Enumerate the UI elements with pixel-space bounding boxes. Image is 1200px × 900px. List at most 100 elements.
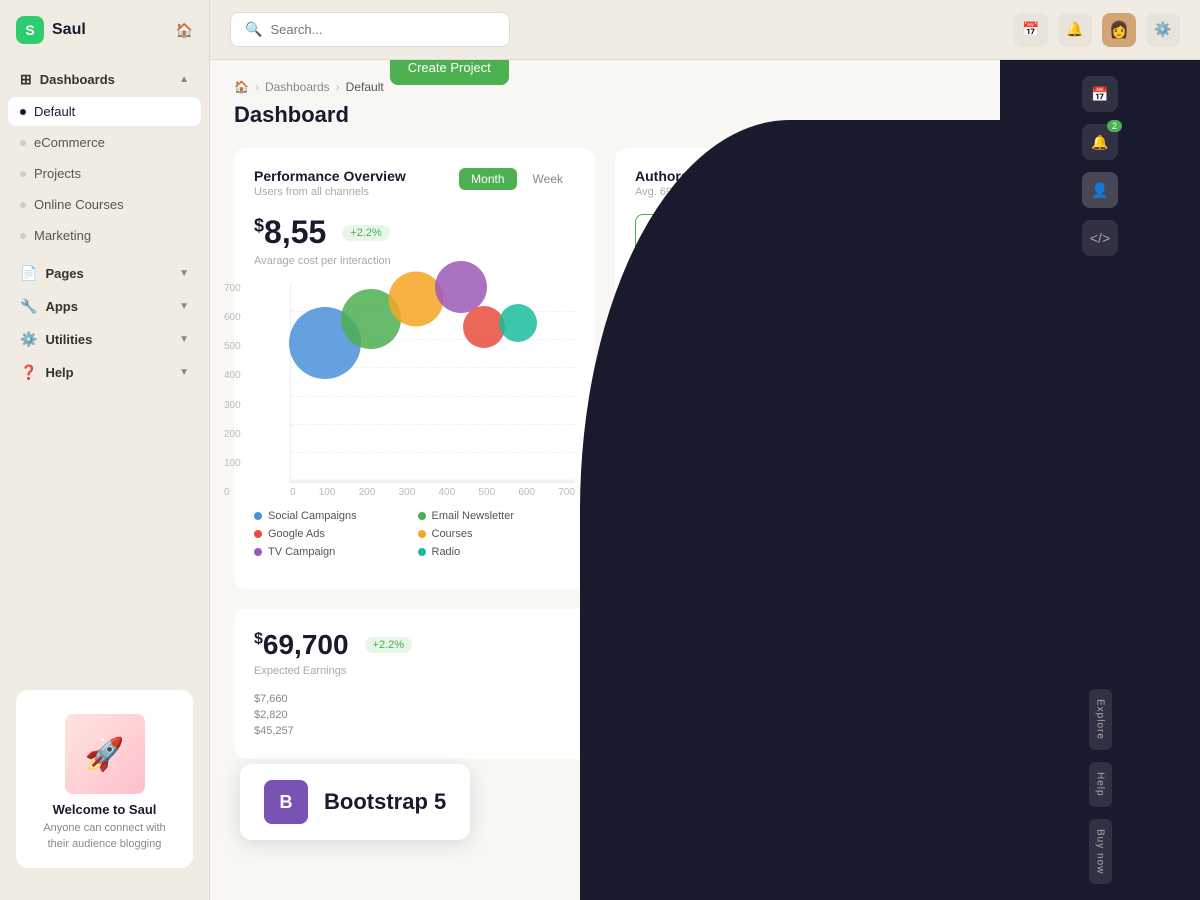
sidebar-item-marketing[interactable]: Marketing (8, 221, 201, 250)
sidebar-item-pages[interactable]: 📄 Pages ▼ (8, 258, 201, 289)
avatar[interactable]: 👩 (1102, 13, 1136, 47)
breadcrumb-section[interactable]: Dashboards (265, 80, 330, 94)
authors-header: Authors Achievements Avg. 69.34% Conv. R… (635, 168, 956, 198)
calendar-button[interactable]: 📅 (1014, 13, 1048, 47)
settings-button[interactable]: ⚙️ (1146, 13, 1180, 47)
y-label: 100 (224, 458, 241, 469)
view-button-3[interactable]: → (939, 532, 956, 556)
daily-sales-value: $2,420 (635, 629, 714, 661)
performance-subtitle: Users from all channels (254, 186, 406, 198)
sidebar-item-apps[interactable]: 🔧 Apps ▼ (8, 291, 201, 322)
mobile-icon: 📱 (851, 223, 876, 248)
main-content-wrapper: 🏠 › Dashboards › Default Create Project … (210, 60, 1200, 900)
y-axis: 700 600 500 400 300 200 100 0 (224, 283, 241, 498)
explore-button[interactable]: Explore (1089, 689, 1112, 750)
card-header: Performance Overview Users from all chan… (254, 168, 575, 198)
sidebar-item-default[interactable]: Default (8, 97, 201, 126)
avatar-jacob: 👨‍🦱 (635, 477, 671, 513)
y-label: 700 (224, 283, 241, 294)
sidebar-item-projects[interactable]: Projects (8, 159, 201, 188)
user-icon[interactable]: 👤 (1082, 172, 1118, 208)
performance-card: Performance Overview Users from all chan… (234, 148, 595, 589)
legend-courses: Courses (418, 528, 576, 540)
y-label: 500 (224, 341, 241, 352)
tab-week[interactable]: Week (521, 168, 575, 190)
sidebar-item-utilities[interactable]: ⚙️ Utilities ▼ (8, 324, 201, 355)
mini-chart-0: → (896, 385, 956, 410)
calendar-icon[interactable]: 📅 (1082, 76, 1118, 112)
tab-month[interactable]: Month (459, 168, 516, 190)
chevron-icon: ▼ (179, 334, 189, 345)
view-button-0[interactable]: → (939, 385, 956, 409)
saas-icon: 🏪 (653, 223, 678, 248)
notification-icon[interactable]: 🔔 2 (1082, 124, 1118, 160)
back-icon[interactable]: 🏠 (176, 22, 193, 39)
performance-badge: +2.2% (342, 225, 390, 241)
legend-dot (418, 512, 426, 520)
search-icon: 🔍 (245, 21, 262, 38)
app-name: Saul (52, 21, 86, 39)
buy-now-button[interactable]: Buy now (1089, 819, 1112, 884)
author-details: Cody Fishers Mexico (679, 532, 750, 557)
welcome-title: Welcome to Saul (32, 802, 177, 817)
y-label: 400 (224, 370, 241, 381)
avatar-guy: 👨 (635, 379, 671, 415)
sidebar-bottom: 🚀 Welcome to Saul Anyone can connect wit… (0, 674, 209, 884)
sidebar-item-ecommerce[interactable]: eCommerce (8, 128, 201, 157)
view-button-1[interactable]: → (939, 434, 956, 458)
legend-google: Google Ads (254, 528, 412, 540)
legend-dot (254, 512, 262, 520)
author-details: Jacob Jones Poland (679, 483, 746, 508)
tab-mobile[interactable]: 📱 Mobile (833, 214, 893, 272)
search-box[interactable]: 🔍 (230, 12, 510, 47)
author-row: 👨‍🦱 Jacob Jones Poland 92.56% → (635, 471, 956, 520)
tab-others[interactable]: 📋 Others (635, 278, 695, 336)
create-project-button[interactable]: Create Project (390, 60, 509, 85)
tab-social[interactable]: 👤 Social (767, 214, 827, 272)
author-info: 👨 Guy Hawkins Haiti (635, 379, 839, 415)
sidebar: S Saul 🏠 ⊞ Dashboards ▲ Default eCommerc… (0, 0, 210, 900)
astronaut-illustration: 🚀 (65, 714, 145, 794)
authors-title-area: Authors Achievements Avg. 69.34% Conv. R… (635, 168, 787, 198)
active-dot (20, 109, 26, 115)
y-label: 300 (224, 400, 241, 411)
breadcrumb-home: 🏠 (234, 80, 249, 94)
right-panel: 📅 🔔 2 👤 </> Explore Help Buy now (1000, 60, 1200, 900)
daily-sales-card: $2,420 +2.6% Average Daily Sales (615, 609, 976, 759)
tab-crypto[interactable]: 🔷 Crypto (701, 214, 761, 272)
earnings-value: $69,700 (254, 629, 349, 661)
card-title-area: Performance Overview Users from all chan… (254, 168, 406, 198)
author-details: Jane Cooper Monaco (679, 434, 748, 459)
search-input[interactable] (270, 22, 495, 37)
author-details: Guy Hawkins Haiti (679, 385, 750, 410)
performance-title: Performance Overview (254, 168, 406, 184)
sidebar-item-online-courses[interactable]: Online Courses (8, 190, 201, 219)
bar-chart (635, 689, 956, 739)
others-icon: 📋 (653, 287, 678, 312)
author-row: 🧔 Cody Fishers Mexico 63.08% → (635, 520, 956, 569)
nav-section: ⊞ Dashboards ▲ Default eCommerce Project… (0, 64, 209, 390)
legend-radio: Radio (418, 546, 576, 558)
mini-chart-3: → (896, 532, 956, 557)
code-icon[interactable]: </> (1082, 220, 1118, 256)
view-button-2[interactable]: → (939, 483, 956, 507)
y-label: 600 (224, 312, 241, 323)
author-row: 👩 Jane Cooper Monaco 63.83% → (635, 422, 956, 471)
author-info: 👩 Jane Cooper Monaco (635, 428, 839, 464)
bubble-radio (499, 304, 537, 342)
help-button[interactable]: Help (1089, 762, 1112, 807)
bubble-chart-wrapper: 700 600 500 400 300 200 100 0 (254, 283, 575, 498)
tab-saas[interactable]: 🏪 SaaS (635, 214, 695, 272)
daily-sales-label: Average Daily Sales (635, 665, 956, 677)
sidebar-item-dashboards[interactable]: ⊞ Dashboards ▲ (8, 64, 201, 95)
nav-dot (20, 202, 26, 208)
topbar-right: 📅 🔔 👩 ⚙️ (1014, 13, 1180, 47)
welcome-subtitle: Anyone can connect with their audience b… (32, 821, 177, 852)
performance-value-label: Avarage cost per interaction (254, 255, 575, 267)
y-label: 200 (224, 429, 241, 440)
sidebar-item-help[interactable]: ❓ Help ▼ (8, 357, 201, 388)
crypto-icon: 🔷 (719, 223, 744, 248)
notifications-button[interactable]: 🔔 (1058, 13, 1092, 47)
earnings-row-1: $2,820 (254, 709, 575, 721)
performance-value-row: $8,55 +2.2% (254, 214, 575, 251)
